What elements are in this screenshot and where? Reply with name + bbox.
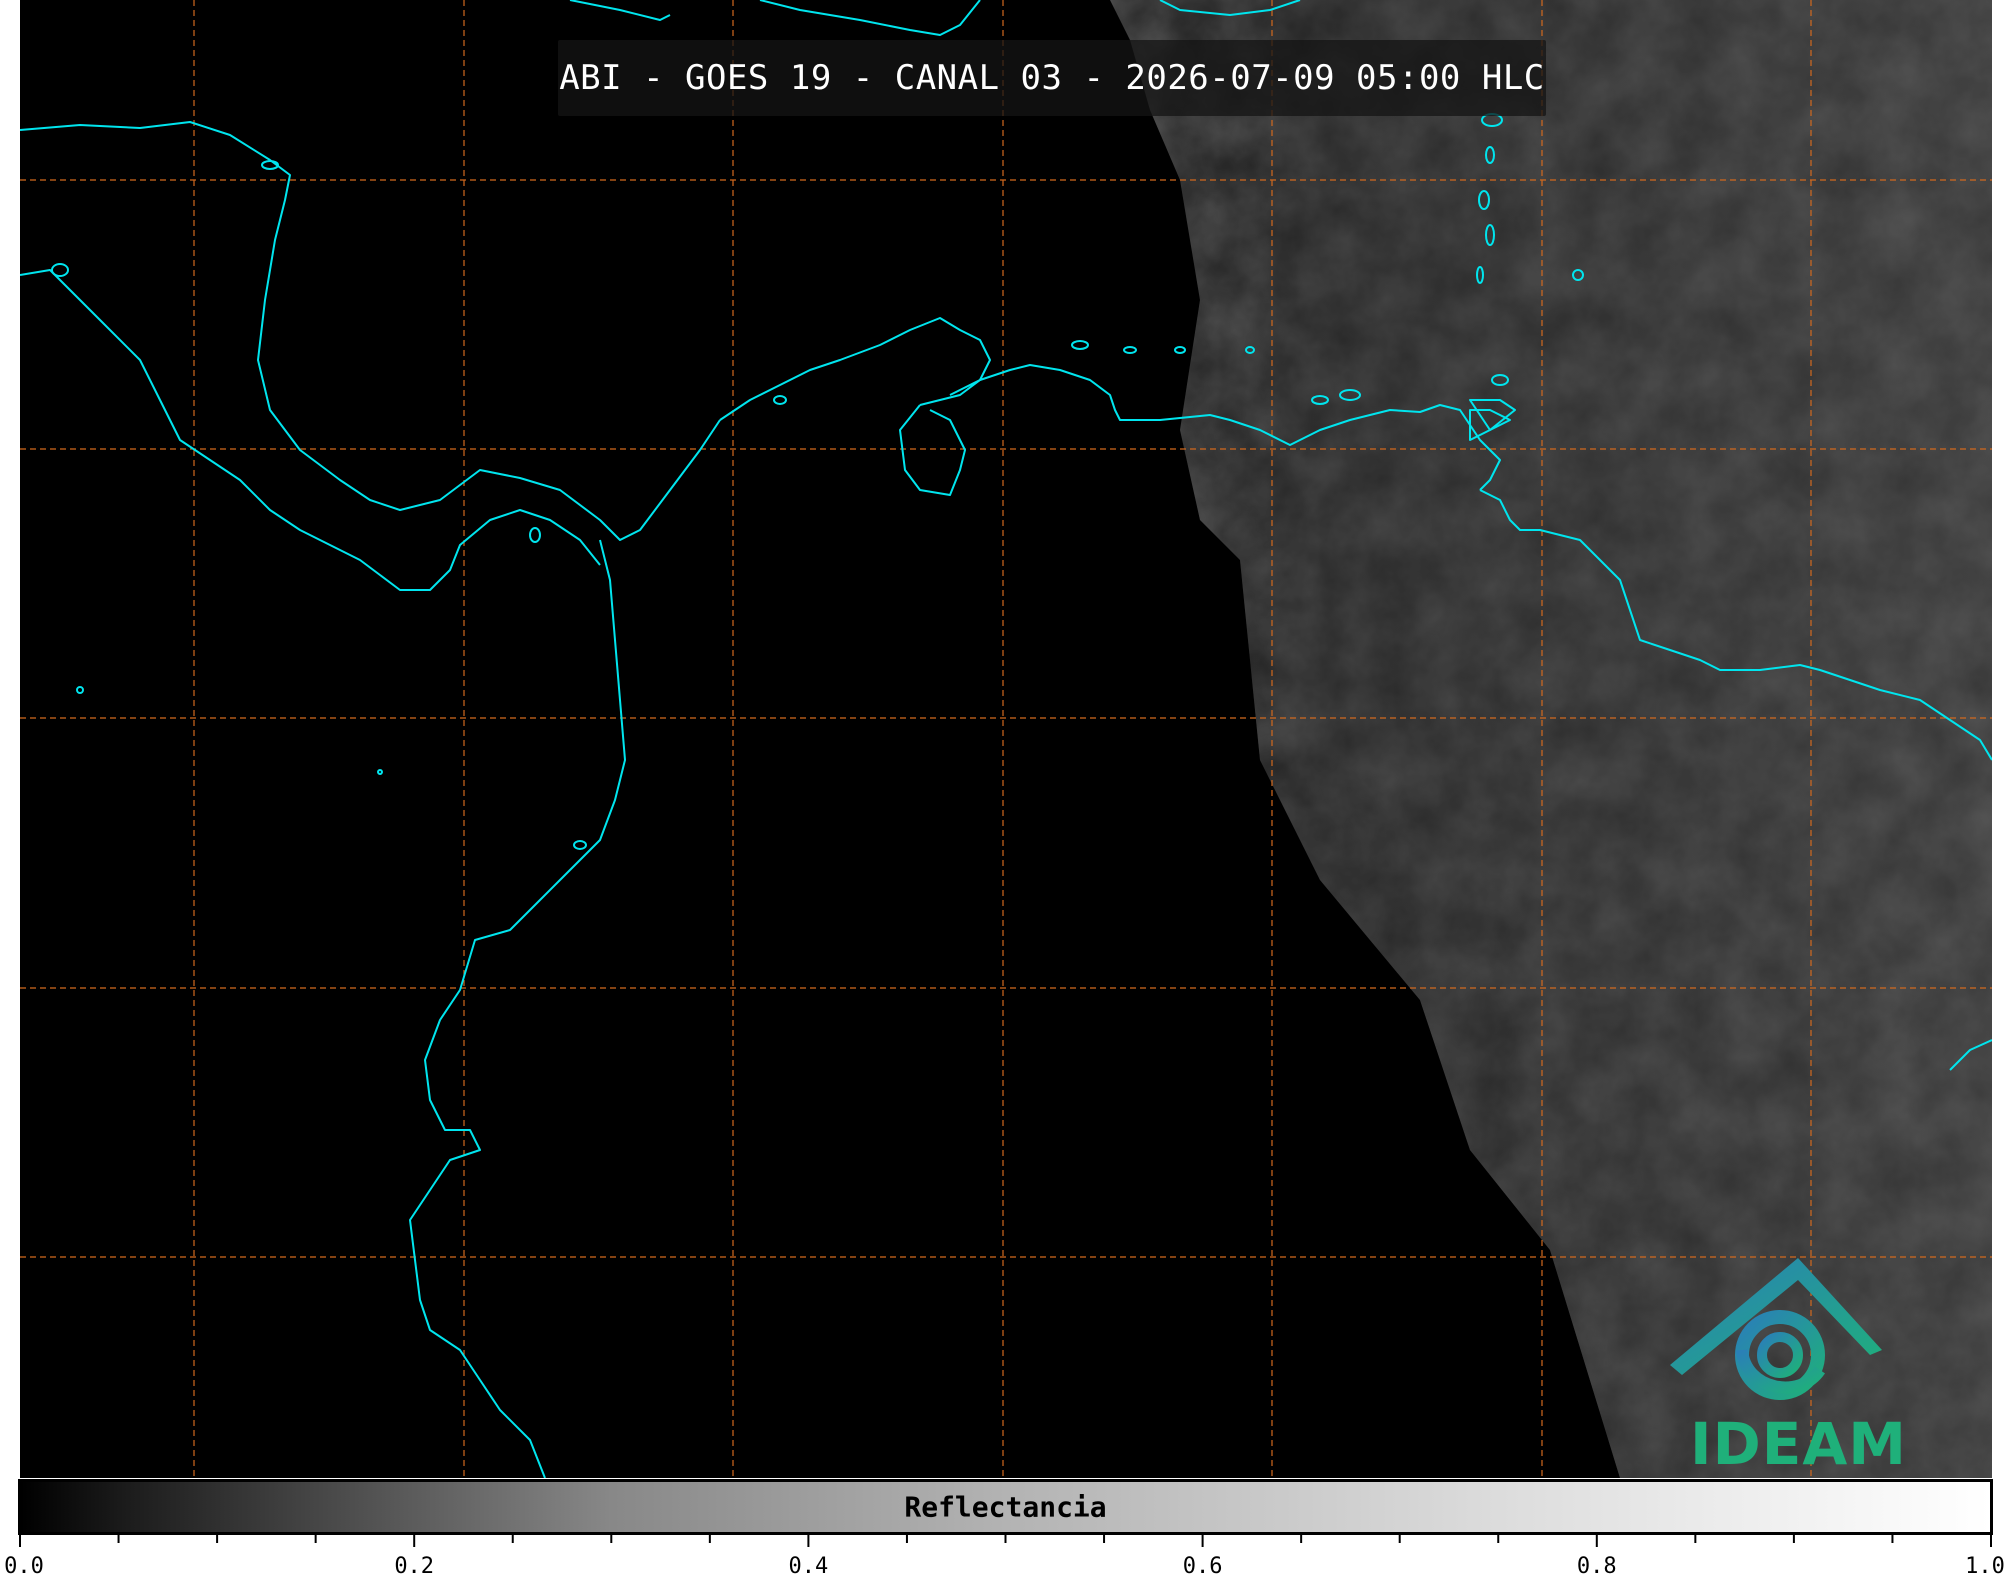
colorbar-tick-label: 0.0 bbox=[4, 1554, 44, 1579]
logo-text: IDEAM bbox=[1690, 1410, 1907, 1478]
colorbar-tick-label: 1.0 bbox=[1965, 1554, 2005, 1579]
map-title: ABI - GOES 19 - CANAL 03 - 2026-07-09 05… bbox=[559, 58, 1545, 98]
colorbar-tick-label: 0.6 bbox=[1182, 1554, 1223, 1579]
colorbar-label: Reflectancia bbox=[904, 1490, 1107, 1524]
colorbar: Reflectancia bbox=[18, 1479, 1993, 1535]
colorbar-tick-label: 0.4 bbox=[788, 1554, 829, 1579]
colorbar-tick-label: 0.8 bbox=[1576, 1554, 1617, 1579]
map-title-box: ABI - GOES 19 - CANAL 03 - 2026-07-09 05… bbox=[558, 40, 1546, 116]
colorbar-ticks bbox=[19, 1535, 1992, 1547]
colorbar-tick-label: 0.2 bbox=[394, 1554, 435, 1579]
